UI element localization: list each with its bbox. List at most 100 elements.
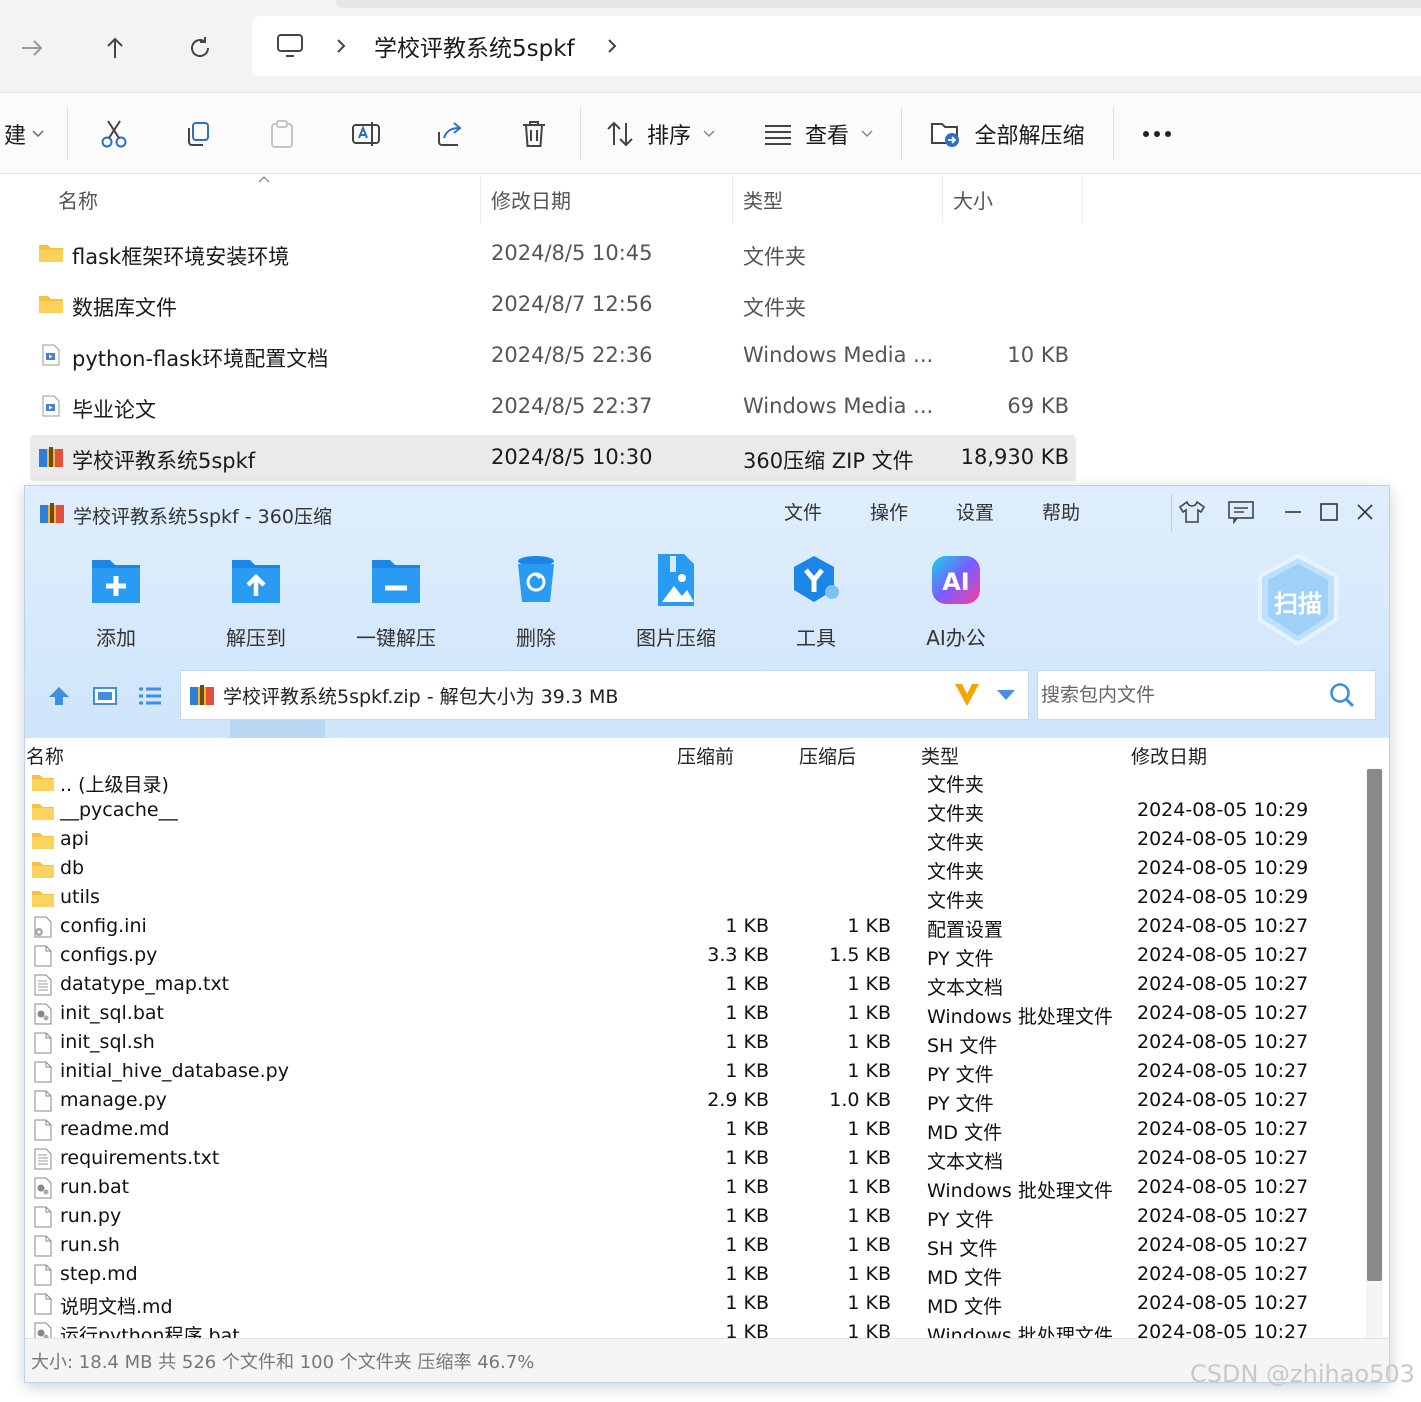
- rename-button[interactable]: [344, 93, 388, 175]
- archive-file-row[interactable]: init_sql.bat 1 KB 1 KB Windows 批处理文件 2024-08…: [25, 1000, 1365, 1029]
- dropdown-arrow-icon[interactable]: [996, 689, 1016, 701]
- file-row[interactable]: 数据库文件 2024/8/7 12:56 文件夹: [30, 282, 1076, 328]
- column-date[interactable]: 修改日期: [481, 175, 733, 223]
- breadcrumb[interactable]: 学校评教系统5spkf: [374, 29, 575, 63]
- add-button[interactable]: 添加: [56, 552, 176, 652]
- up-button[interactable]: [95, 28, 135, 68]
- image-compress-button[interactable]: 图片压缩: [616, 552, 736, 652]
- skin-button[interactable]: [1177, 498, 1207, 526]
- archive-file-row[interactable]: configs.py 3.3 KB 1.5 KB PY 文件 2024-08-05 10…: [25, 942, 1365, 971]
- entry-name: requirements.txt: [60, 1147, 220, 1169]
- archive-path-bar[interactable]: 学校评教系统5spkf.zip - 解包大小为 39.3 MB: [180, 670, 1029, 720]
- menu-help[interactable]: 帮助: [1042, 498, 1080, 525]
- archive-file-row[interactable]: datatype_map.txt 1 KB 1 KB 文本文档 2024-08-05 1…: [25, 971, 1365, 1000]
- archive-file-row[interactable]: init_sql.sh 1 KB 1 KB SH 文件 2024-08-05 10:27: [25, 1029, 1365, 1058]
- delete-button[interactable]: [512, 93, 556, 175]
- archive-folder-row[interactable]: api 文件夹 2024-08-05 10:29: [25, 826, 1365, 855]
- cut-button[interactable]: [92, 93, 136, 175]
- entry-size-before: 1 KB: [725, 1147, 769, 1169]
- thumbnail-view-button[interactable]: [92, 685, 118, 707]
- close-icon: [1357, 504, 1373, 520]
- file-date: 2024/8/5 10:45: [491, 241, 653, 265]
- archive-file-row[interactable]: run.py 1 KB 1 KB PY 文件 2024-08-05 10:27: [25, 1203, 1365, 1232]
- entry-name: initial_hive_database.py: [60, 1060, 289, 1082]
- more-button[interactable]: [1135, 93, 1179, 175]
- column-type[interactable]: 类型: [733, 175, 943, 223]
- menu-operation[interactable]: 操作: [870, 498, 908, 525]
- archive-file-row[interactable]: initial_hive_database.py 1 KB 1 KB PY 文件 202…: [25, 1058, 1365, 1087]
- maximize-button[interactable]: [1314, 498, 1344, 526]
- extract-to-button[interactable]: 解压到: [196, 552, 316, 652]
- address-bar[interactable]: 学校评教系统5spkf: [252, 16, 1421, 76]
- entry-size-before: 1 KB: [725, 1321, 769, 1338]
- entry-name: init_sql.sh: [60, 1031, 155, 1053]
- archive-search[interactable]: [1037, 670, 1376, 720]
- file-size: 69 KB: [1007, 394, 1069, 418]
- folder-icon: [32, 833, 54, 849]
- archive-file-row[interactable]: 说明文档.md 1 KB 1 KB MD 文件 2024-08-05 10:27: [25, 1290, 1365, 1319]
- archive-search-input[interactable]: [1038, 684, 1328, 706]
- archive-folder-row[interactable]: db 文件夹 2024-08-05 10:29: [25, 855, 1365, 884]
- detail-list-icon: [139, 687, 161, 705]
- close-button[interactable]: [1350, 498, 1380, 526]
- up-level-button[interactable]: [47, 685, 71, 707]
- entry-size-before: 2.9 KB: [707, 1089, 769, 1111]
- entry-date: 2024-08-05 10:27: [1137, 1292, 1309, 1314]
- archive-folder-row[interactable]: .. (上级目录) 文件夹: [25, 768, 1365, 797]
- one-click-extract-icon: [372, 560, 420, 603]
- sort-label: 排序: [646, 124, 691, 149]
- archive-file-row[interactable]: readme.md 1 KB 1 KB MD 文件 2024-08-05 10:27: [25, 1116, 1365, 1145]
- column-size[interactable]: 大小: [943, 175, 1083, 223]
- archive-folder-row[interactable]: __pycache__ 文件夹 2024-08-05 10:29: [25, 797, 1365, 826]
- archive-file-row[interactable]: run.sh 1 KB 1 KB SH 文件 2024-08-05 10:27: [25, 1232, 1365, 1261]
- ai-office-button[interactable]: AI AI办公: [896, 552, 1016, 652]
- archive-column-before[interactable]: 压缩前: [677, 742, 734, 769]
- archive-column-after[interactable]: 压缩后: [799, 742, 856, 769]
- scrollbar-thumb[interactable]: [1367, 769, 1382, 1281]
- archive-column-type[interactable]: 类型: [921, 742, 959, 769]
- file-name: 学校评教系统5spkf: [72, 449, 256, 473]
- one-click-extract-label: 一键解压: [356, 626, 436, 650]
- archive-file-row[interactable]: 运行python程序.bat 1 KB 1 KB Windows 批处理文件 2024-…: [25, 1319, 1365, 1338]
- tools-button[interactable]: 工具: [756, 552, 876, 652]
- forward-button[interactable]: [12, 28, 52, 68]
- refresh-button[interactable]: [180, 28, 220, 68]
- archive-column-name[interactable]: 名称: [26, 742, 64, 769]
- thumbnail-view-icon: [93, 687, 117, 705]
- menu-settings[interactable]: 设置: [956, 498, 994, 525]
- file-row[interactable]: flask框架环境安装环境 2024/8/5 10:45 文件夹: [30, 231, 1076, 277]
- entry-type: MD 文件: [927, 1296, 1003, 1318]
- toolbar-divider: [580, 107, 581, 161]
- extract-all-button[interactable]: 全部解压缩: [925, 93, 1090, 175]
- search-icon[interactable]: [1328, 681, 1356, 709]
- detail-view-button[interactable]: [137, 685, 163, 707]
- new-button[interactable]: 建: [0, 93, 48, 175]
- chevron-right-icon[interactable]: [605, 37, 619, 55]
- column-name[interactable]: 名称: [48, 175, 481, 223]
- file-row[interactable]: python-flask环境配置文档 2024/8/5 22:36 Window…: [30, 333, 1076, 379]
- entry-size-before: 1 KB: [725, 915, 769, 937]
- view-button[interactable]: 查看: [758, 93, 878, 175]
- scan-button[interactable]: 扫描: [1253, 552, 1343, 648]
- share-button[interactable]: [428, 93, 472, 175]
- one-click-extract-button[interactable]: 一键解压: [336, 552, 456, 652]
- minimize-button[interactable]: [1278, 498, 1308, 526]
- file-row[interactable]: 毕业论文 2024/8/5 22:37 Windows Media ... 69…: [30, 384, 1076, 430]
- archive-folder-row[interactable]: utils 文件夹 2024-08-05 10:29: [25, 884, 1365, 913]
- archive-status-bar: 大小: 18.4 MB 共 526 个文件和 100 个文件夹 压缩率 46.7…: [25, 1338, 1389, 1382]
- copy-button[interactable]: [176, 93, 220, 175]
- delete-archive-button[interactable]: 删除: [476, 552, 596, 652]
- archive-file-row[interactable]: config.ini 1 KB 1 KB 配置设置 2024-08-05 10:27: [25, 913, 1365, 942]
- file-row-selected[interactable]: 学校评教系统5spkf 2024/8/5 10:30 360压缩 ZIP 文件 …: [30, 435, 1076, 481]
- sort-button[interactable]: 排序: [600, 93, 720, 175]
- paste-button[interactable]: [260, 93, 304, 175]
- archive-column-date[interactable]: 修改日期: [1131, 742, 1207, 769]
- archive-file-row[interactable]: run.bat 1 KB 1 KB Windows 批处理文件 2024-08-05 1…: [25, 1174, 1365, 1203]
- archive-file-row[interactable]: step.md 1 KB 1 KB MD 文件 2024-08-05 10:27: [25, 1261, 1365, 1290]
- menu-file[interactable]: 文件: [784, 498, 822, 525]
- entry-type: SH 文件: [927, 1238, 998, 1260]
- rename-icon: [352, 122, 380, 146]
- feedback-button[interactable]: [1226, 498, 1256, 526]
- archive-file-row[interactable]: manage.py 2.9 KB 1.0 KB PY 文件 2024-08-05 10:…: [25, 1087, 1365, 1116]
- archive-file-row[interactable]: requirements.txt 1 KB 1 KB 文本文档 2024-08-05 1…: [25, 1145, 1365, 1174]
